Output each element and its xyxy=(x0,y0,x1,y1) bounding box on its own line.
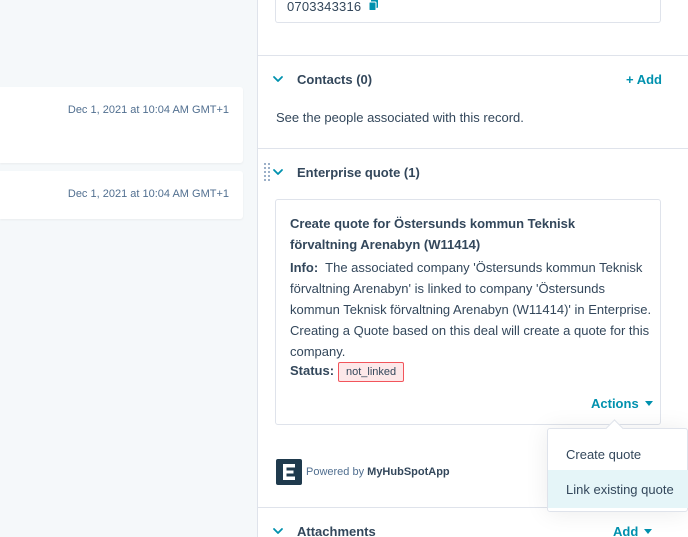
section-divider xyxy=(258,55,688,56)
timeline-item[interactable]: Dec 1, 2021 at 10:04 AM GMT+1 xyxy=(0,171,243,219)
chevron-down-icon xyxy=(273,528,283,534)
powered-by: Powered by MyHubSpotApp xyxy=(276,459,450,485)
menu-item-label: Link existing quote xyxy=(566,481,674,497)
enterprise-quote-section-toggle[interactable]: Enterprise quote (1) xyxy=(272,162,420,182)
powered-prefix: Powered by xyxy=(306,466,365,478)
menu-item-label: Create quote xyxy=(566,446,642,462)
caret-down-icon xyxy=(644,529,653,534)
info-label: Info: xyxy=(290,260,319,275)
contacts-section-toggle[interactable]: Contacts (0) xyxy=(272,69,372,89)
actions-menu: Create quote Link existing quote xyxy=(547,428,688,512)
add-contact-button[interactable]: + Add xyxy=(626,72,662,87)
enterprise-quote-title: Enterprise quote (1) xyxy=(297,164,420,180)
timeline-item[interactable]: Dec 1, 2021 at 10:04 AM GMT+1 xyxy=(0,87,243,163)
menu-item-link-existing-quote[interactable]: Link existing quote xyxy=(548,470,688,508)
add-attachment-button[interactable]: Add xyxy=(613,524,653,537)
chevron-down-icon xyxy=(273,169,283,175)
myhubspotapp-logo[interactable] xyxy=(276,459,302,485)
status-label: Status: xyxy=(290,363,335,378)
section-divider xyxy=(258,148,688,149)
powered-by-text: Powered by MyHubSpotApp xyxy=(306,466,450,478)
quote-card-info: Info: The associated company 'Östersunds… xyxy=(290,257,652,362)
attachments-section-toggle[interactable]: Attachments xyxy=(272,521,376,537)
actions-dropdown-button[interactable]: Actions xyxy=(591,396,653,411)
actions-label: Actions xyxy=(591,396,639,411)
phone-field: 0703343316 xyxy=(275,0,661,23)
attachments-title: Attachments xyxy=(297,523,376,537)
add-attachment-label: Add xyxy=(613,524,639,537)
info-text: The associated company 'Östersunds kommu… xyxy=(290,260,652,359)
contacts-description: See the people associated with this reco… xyxy=(276,110,524,125)
chevron-down-icon xyxy=(273,76,283,82)
copy-icon[interactable] xyxy=(368,0,380,11)
timeline-timestamp: Dec 1, 2021 at 10:04 AM GMT+1 xyxy=(67,104,229,116)
drag-handle-icon[interactable] xyxy=(263,162,271,184)
menu-item-create-quote[interactable]: Create quote xyxy=(548,435,688,473)
caret-down-icon xyxy=(644,401,653,406)
timeline-timestamp: Dec 1, 2021 at 10:04 AM GMT+1 xyxy=(67,188,229,200)
powered-brand: MyHubSpotApp xyxy=(367,466,450,478)
contacts-title: Contacts (0) xyxy=(297,71,373,87)
activity-timeline: Dec 1, 2021 at 10:04 AM GMT+1 Dec 1, 202… xyxy=(0,0,257,537)
quote-card-title: Create quote for Östersunds kommun Tekni… xyxy=(290,216,576,252)
status-badge: not_linked xyxy=(338,362,405,382)
quote-card: Create quote for Östersunds kommun Tekni… xyxy=(275,199,661,425)
phone-number: 0703343316 xyxy=(287,0,362,14)
